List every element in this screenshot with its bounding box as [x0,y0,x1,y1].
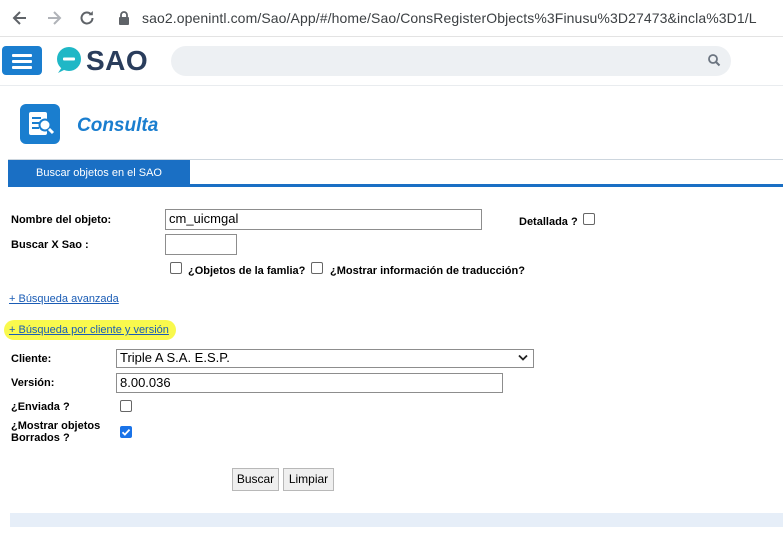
cliente-select[interactable]: Triple A S.A. E.S.P. [116,349,534,368]
reload-icon[interactable] [77,8,97,28]
busqueda-avanzada-link[interactable]: + Búsqueda avanzada [9,293,119,305]
search-icon[interactable] [707,53,721,67]
detallada-checkbox[interactable] [583,213,595,225]
version-input[interactable]: 8.00.036 [116,373,503,393]
app-header: SAO [0,37,783,86]
version-label: Versión: [11,377,55,389]
cliente-selected-value: Triple A S.A. E.S.P. [120,350,230,365]
nombre-label: Nombre del objeto: [11,214,112,226]
hamburger-menu-button[interactable] [2,46,42,75]
lock-icon[interactable] [117,10,131,26]
arrow-right-icon[interactable] [44,8,64,28]
search-input[interactable] [171,46,731,76]
borrados-label-line1: ¿Mostrar objetos [11,420,101,432]
footer-bar [10,513,783,527]
borrados-label-line2: Borrados ? [11,432,70,444]
address-bar-url[interactable]: sao2.openintl.com/Sao/App/#/home/Sao/Con… [142,10,757,26]
tab-underline [8,184,783,187]
page-title: Consulta [77,115,159,136]
buscar-sao-label: Buscar X Sao : [11,239,89,251]
buscar-sao-input[interactable] [165,234,237,255]
tab-buscar-objetos[interactable]: Buscar objetos en el SAO [8,160,190,185]
buscar-button[interactable]: Buscar [232,468,279,491]
familia-checkbox[interactable] [170,262,182,274]
traduccion-checkbox[interactable] [311,262,323,274]
busqueda-cliente-link[interactable]: + Búsqueda por cliente y versión [9,324,169,336]
nombre-objeto-input[interactable]: cm_uicmgal [165,209,482,230]
borrados-checkbox[interactable] [120,426,132,438]
logo-text: SAO [86,45,149,76]
enviada-label: ¿Enviada ? [11,401,70,413]
cliente-label: Cliente: [11,353,52,365]
detallada-label: Detallada ? [519,216,578,228]
limpiar-button[interactable]: Limpiar [283,468,334,491]
traduccion-label: ¿Mostrar información de traducción? [330,265,525,277]
arrow-left-icon[interactable] [10,8,30,28]
logo-icon [54,45,84,75]
consulta-icon [20,104,60,144]
checkmark-icon [121,428,131,436]
menu-icon [12,54,32,57]
enviada-checkbox[interactable] [120,400,132,412]
familia-label: ¿Objetos de la famlia? [188,265,306,277]
browser-toolbar: sao2.openintl.com/Sao/App/#/home/Sao/Con… [0,0,783,37]
chevron-down-icon [518,354,528,361]
